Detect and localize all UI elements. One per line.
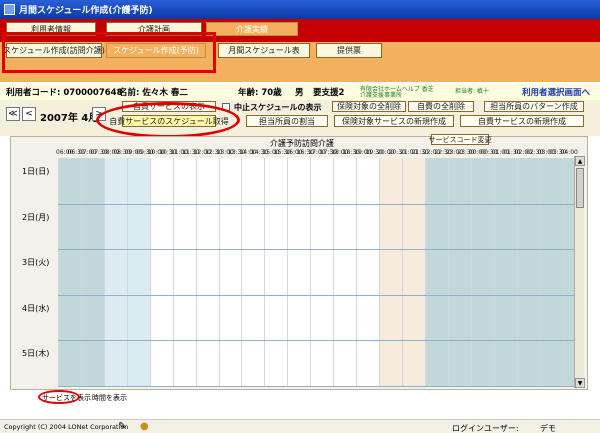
schedule-grid[interactable]	[58, 158, 574, 387]
grid-title: 介護予防訪問介護	[270, 139, 334, 148]
grid-vline	[218, 158, 220, 386]
grid-vline	[310, 158, 312, 386]
annotation-highlight-box	[2, 32, 216, 73]
grid-row-separator	[58, 249, 574, 251]
window-titlebar: 月間スケジュール作成(介護予防)	[0, 0, 600, 19]
grid-vline	[241, 158, 243, 386]
grid-vline	[287, 158, 289, 386]
pen-icon: ✎	[118, 421, 127, 432]
grid-vline	[562, 158, 564, 386]
prev-month-button[interactable]: <	[22, 107, 36, 121]
grid-row-separator	[58, 294, 574, 296]
grid-vline	[264, 158, 266, 386]
scroll-down-icon[interactable]: ▼	[575, 378, 585, 388]
show-time-option[interactable]: 時間を表示	[92, 393, 127, 403]
login-user-label: ログインユーザー:	[452, 424, 519, 433]
create-staff-pattern-button[interactable]: 担当所員のパターン作成	[484, 101, 584, 112]
delete-all-self-pay-button[interactable]: 自費の全削除	[408, 101, 474, 112]
vertical-scrollbar[interactable]: ▲ ▼	[574, 156, 585, 388]
grid-vline	[333, 158, 335, 386]
app-icon	[4, 4, 15, 15]
user-age: 年齢: 70歳	[238, 88, 282, 98]
tab-care-record[interactable]: 介護実績	[206, 22, 298, 36]
office-type: 介護支援事業所	[360, 92, 403, 99]
copyright-text: Copyright (C) 2004 LONet Corporation	[4, 423, 129, 431]
delete-all-insurance-button[interactable]: 保険対象の全削除	[332, 101, 406, 112]
globe-icon: ●	[140, 421, 149, 432]
grid-vline	[103, 158, 105, 386]
grid-vline	[80, 158, 82, 386]
grid-vline	[126, 158, 128, 386]
day-label: 4日(水)	[22, 303, 50, 313]
status-bar: Copyright (C) 2004 LONet Corporation ✎ ●…	[0, 419, 600, 433]
user-gender: 男	[295, 88, 304, 98]
day-label: 3日(火)	[22, 258, 50, 268]
annotation-service-ellipse	[38, 390, 80, 404]
service-code-change-button[interactable]: サービスコード変更	[429, 134, 492, 145]
grid-vline	[447, 158, 449, 386]
annotation-highlight-ellipse	[96, 102, 240, 138]
show-cancelled-label: 中止スケジュールの表示	[234, 103, 322, 112]
grid-vline	[58, 158, 59, 386]
grid-row-separator	[58, 340, 574, 342]
subtab-monthly-schedule[interactable]: 月間スケジュール表	[218, 43, 310, 58]
grid-row-separator	[58, 203, 574, 205]
grid-vline	[470, 158, 472, 386]
user-name: 名前: 佐々木 春二	[119, 88, 188, 98]
create-insurance-service-button[interactable]: 保険対象サービスの新規作成	[334, 115, 454, 127]
prev-prev-month-button[interactable]: ≪	[6, 107, 20, 121]
grid-vline	[539, 158, 541, 386]
day-label: 1日(日)	[22, 167, 50, 176]
grid-vline	[402, 158, 403, 386]
user-info-bar: 利用者コード: 0700007648 名前: 佐々木 春二 年齢: 70歳 男 …	[0, 84, 600, 100]
grid-vline	[172, 158, 174, 386]
current-month: 2007年 4月	[40, 113, 99, 124]
grid-row-separator	[58, 386, 574, 387]
create-self-pay-service-button[interactable]: 自費サービスの新規作成	[460, 115, 584, 127]
select-user-link[interactable]: 利用者選択画面へ	[522, 86, 590, 98]
window-title: 月間スケジュール作成(介護予防)	[19, 6, 153, 16]
grid-vline	[379, 158, 381, 386]
grid-vline	[424, 158, 426, 386]
scroll-thumb[interactable]	[576, 168, 584, 208]
day-label: 2日(月)	[22, 212, 50, 222]
staff-name: 担当者: 槙十	[455, 88, 489, 95]
grid-vline	[149, 158, 151, 386]
grid-vline	[493, 158, 495, 386]
time-header-cell: 04:00	[560, 149, 578, 156]
assign-staff-button[interactable]: 担当所員の割当	[246, 115, 328, 127]
day-label: 5日(木)	[22, 349, 50, 359]
grid-vline	[516, 158, 518, 386]
grid-vline	[195, 158, 197, 386]
care-level: 要支援2	[313, 88, 345, 98]
user-code: 利用者コード: 0700007648	[6, 88, 123, 98]
subtab-provision-sheet[interactable]: 提供票	[316, 43, 382, 58]
grid-vline	[356, 158, 358, 386]
login-user-name: デモ	[540, 424, 556, 433]
